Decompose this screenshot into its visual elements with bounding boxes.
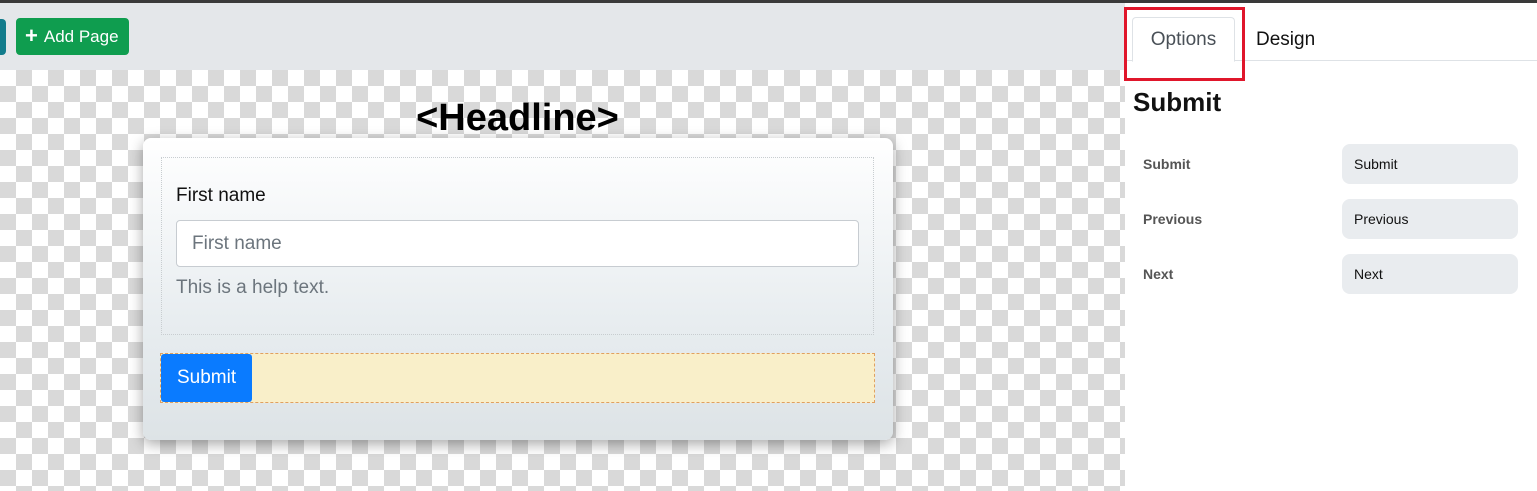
first-name-field-block[interactable]: First name This is a help text. — [161, 157, 874, 335]
option-input-previous[interactable] — [1342, 199, 1518, 239]
toolbar-partial-button[interactable] — [0, 19, 6, 55]
form-editor: + Add Page <Headline> First name This is… — [0, 3, 1125, 491]
option-row-previous: Previous — [1125, 199, 1537, 239]
add-page-button[interactable]: + Add Page — [16, 18, 129, 55]
form-card: First name This is a help text. Submit — [143, 138, 893, 440]
submit-button[interactable]: Submit — [161, 354, 253, 402]
tab-options[interactable]: Options — [1132, 17, 1235, 62]
option-input-next[interactable] — [1342, 254, 1518, 294]
editor-toolbar: + Add Page — [0, 3, 1125, 70]
form-headline[interactable]: <Headline> — [0, 97, 1035, 140]
submit-drop-zone[interactable]: Submit — [160, 353, 875, 403]
first-name-help-text: This is a help text. — [176, 277, 330, 298]
option-label-previous: Previous — [1143, 211, 1203, 227]
option-row-submit: Submit — [1125, 144, 1537, 184]
panel-title: Submit — [1133, 87, 1222, 117]
first-name-input[interactable] — [176, 220, 859, 267]
plus-icon: + — [25, 22, 38, 48]
option-input-submit[interactable] — [1342, 144, 1518, 184]
form-canvas: <Headline> First name This is a help tex… — [0, 70, 1125, 491]
first-name-label: First name — [176, 185, 266, 206]
properties-panel: Options Design Submit Submit Previous Ne… — [1124, 3, 1537, 491]
tab-design[interactable]: Design — [1256, 17, 1315, 62]
add-page-label: Add Page — [43, 26, 119, 46]
option-label-submit: Submit — [1143, 156, 1191, 172]
panel-tabs: Options Design — [1124, 3, 1537, 81]
option-row-next: Next — [1125, 254, 1537, 294]
option-label-next: Next — [1143, 266, 1174, 282]
